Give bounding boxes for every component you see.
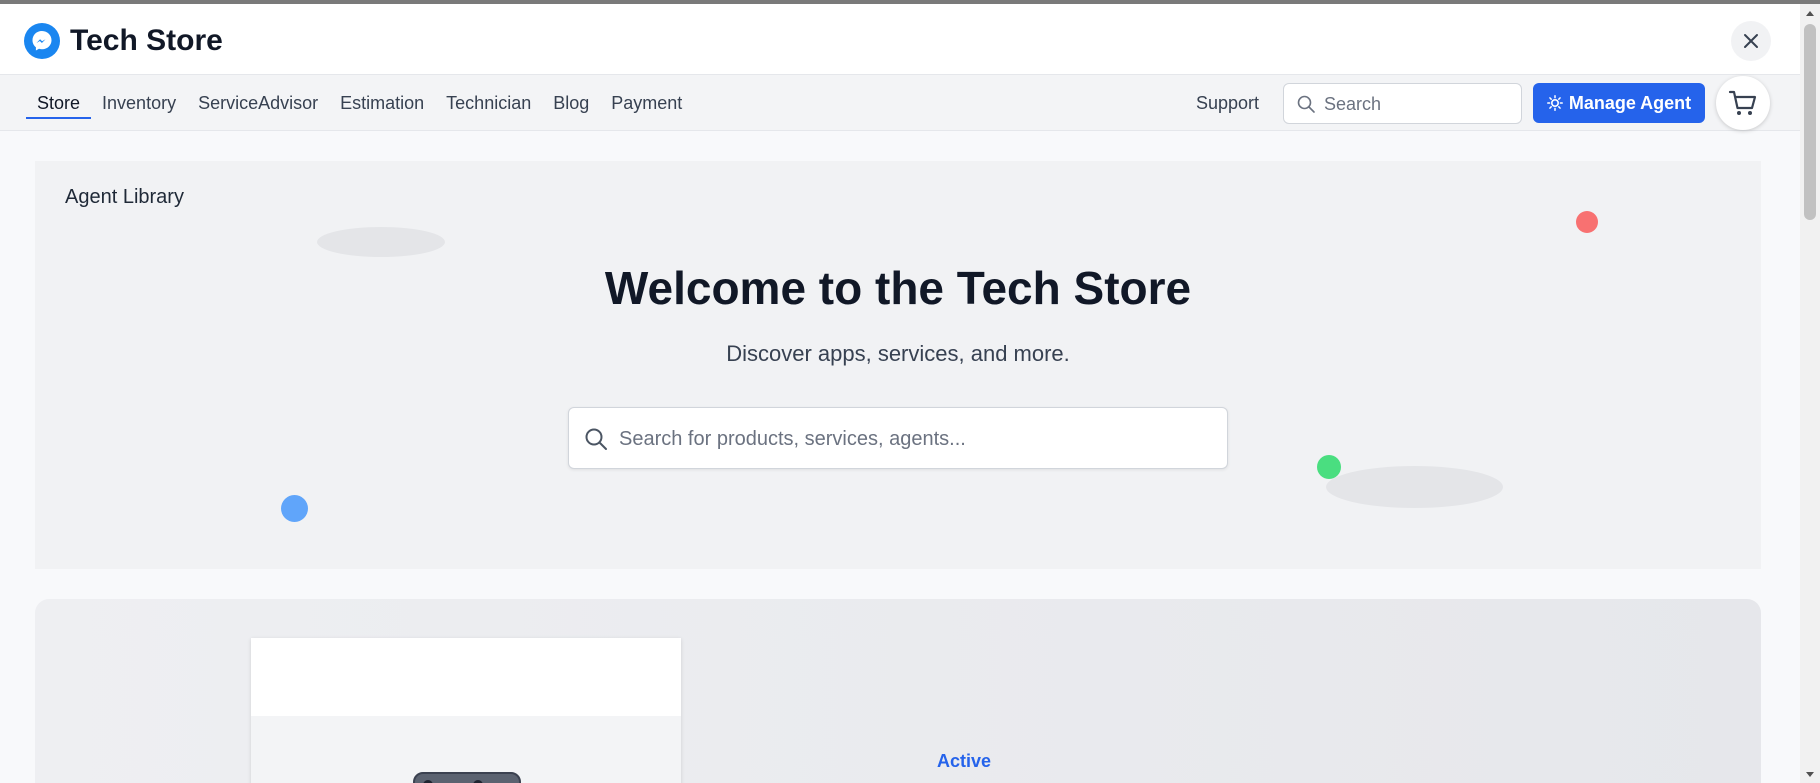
close-icon [1744, 34, 1758, 48]
close-button[interactable] [1731, 21, 1771, 61]
messenger-icon [24, 23, 60, 59]
featured-card[interactable] [251, 638, 681, 783]
featured-panel: Active [35, 599, 1761, 783]
title-bar: Tech Store [0, 4, 1800, 75]
section-label: Agent Library [65, 186, 184, 208]
hero-search-box[interactable] [568, 407, 1228, 469]
tab-estimation[interactable]: Estimation [329, 75, 435, 131]
tab-blog[interactable]: Blog [542, 75, 600, 131]
manage-agent-label: Manage Agent [1568, 92, 1692, 113]
tab-technician[interactable]: Technician [435, 75, 542, 131]
scroll-thumb[interactable] [1804, 24, 1816, 220]
search-icon [1297, 95, 1315, 113]
decorative-blob [317, 227, 445, 257]
tab-store[interactable]: Store [26, 75, 92, 131]
scroll-down-arrow[interactable] [1800, 766, 1820, 783]
vertical-scrollbar[interactable] [1800, 4, 1820, 783]
tab-serviceadvisor[interactable]: ServiceAdvisor [187, 75, 329, 131]
sun-icon [1546, 95, 1563, 111]
tab-payment[interactable]: Payment [600, 75, 693, 131]
status-badge: Active [937, 751, 992, 771]
decorative-dot-blue [281, 495, 308, 522]
tab-inventory[interactable]: Inventory [91, 75, 187, 131]
hero-title: Welcome to the Tech Store [604, 262, 1192, 314]
manage-agent-button[interactable]: Manage Agent [1533, 83, 1705, 123]
support-link[interactable]: Support [1196, 93, 1259, 114]
scroll-up-arrow[interactable] [1800, 4, 1820, 21]
nav-search-input[interactable] [1324, 92, 1514, 116]
decorative-dot-green [1317, 455, 1341, 479]
decorative-dot-red [1576, 211, 1598, 233]
phone-image [413, 772, 521, 783]
cart-icon [1728, 90, 1757, 115]
main-navbar: Store Inventory ServiceAdvisor Estimatio… [0, 75, 1800, 131]
hero-search-input[interactable] [619, 426, 1209, 452]
nav-tabs: Store Inventory ServiceAdvisor Estimatio… [26, 75, 693, 131]
search-icon [585, 428, 607, 450]
hero-subtitle: Discover apps, services, and more. [726, 341, 1070, 366]
decorative-blob [1326, 466, 1503, 508]
card-header [251, 638, 681, 716]
cart-button[interactable] [1716, 76, 1770, 130]
agent-library-hero: Agent Library Welcome to the Tech Store … [35, 161, 1761, 569]
nav-search-box[interactable] [1283, 83, 1522, 124]
app-title: Tech Store [70, 24, 223, 57]
